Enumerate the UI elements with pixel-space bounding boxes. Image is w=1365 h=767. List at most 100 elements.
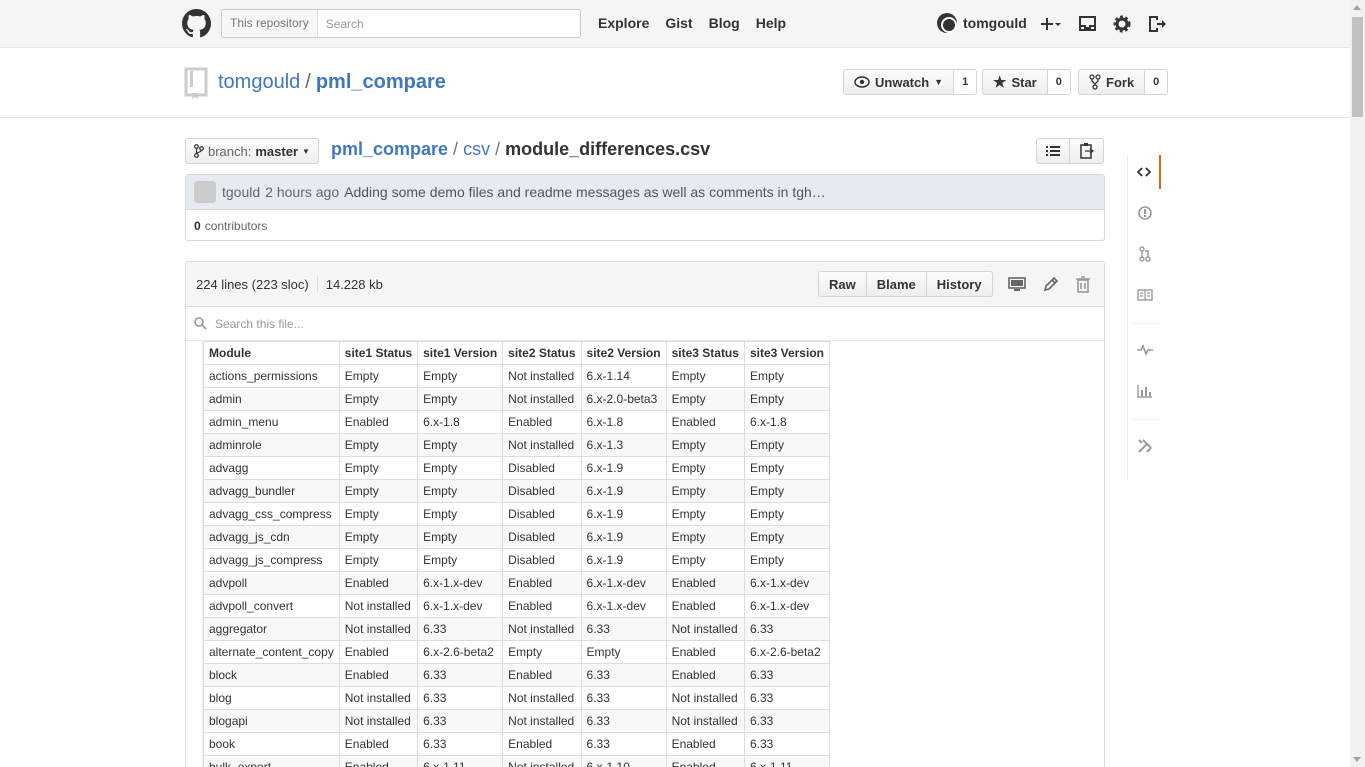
- table-cell: 6.x-1.x-dev: [580, 571, 667, 595]
- file-search: [186, 307, 1104, 341]
- breadcrumb-filename: module_differences.csv: [505, 139, 711, 159]
- table-cell: advagg: [203, 456, 340, 480]
- table-cell: 6.x-2.0-beta3: [580, 387, 667, 411]
- table-row: blog Not installed 6.33 Not installed 6.33 No…: [203, 686, 830, 710]
- desktop-icon[interactable]: [1008, 275, 1026, 293]
- github-logo-icon[interactable]: [182, 9, 211, 38]
- file-search-input[interactable]: [215, 316, 715, 331]
- table-cell: advagg_js_compress: [203, 548, 340, 572]
- copy-path-button[interactable]: [1070, 138, 1104, 164]
- column-header: site2 Version: [580, 341, 667, 365]
- unwatch-button[interactable]: Unwatch ▼: [843, 69, 955, 95]
- column-header: site1 Version: [417, 341, 504, 365]
- breadcrumb-separator: /: [495, 139, 501, 159]
- file-finder-button[interactable]: [1036, 138, 1070, 164]
- star-icon: ★: [993, 74, 1007, 91]
- contributors-label: contributors: [204, 218, 268, 233]
- blame-button[interactable]: Blame: [866, 271, 927, 297]
- table-row: advpoll Enabled 6.x-1.x-dev Enabled 6.x-1.x-…: [203, 571, 830, 595]
- breadcrumb-separator: /: [453, 139, 459, 159]
- scroll-thumb[interactable]: [1352, 17, 1363, 117]
- table-cell: 6.33: [580, 709, 667, 733]
- raw-button[interactable]: Raw: [818, 271, 867, 297]
- table-cell: Enabled: [665, 732, 745, 756]
- commit-message[interactable]: Adding some demo files and readme messag…: [344, 184, 826, 200]
- caret-down-icon: ▼: [302, 146, 310, 156]
- plus-dropdown-icon[interactable]: [1040, 13, 1062, 35]
- sign-out-icon[interactable]: [1145, 13, 1167, 35]
- star-button[interactable]: ★ Star: [982, 69, 1048, 95]
- table-cell: 6.x-1.14: [580, 364, 667, 388]
- table-cell: 6.33: [417, 686, 504, 710]
- breadcrumb-root[interactable]: pml_compare: [331, 139, 448, 159]
- sidebar-item-wiki[interactable]: [1128, 278, 1161, 312]
- trash-icon[interactable]: [1074, 275, 1092, 293]
- table-row: admin Empty Empty Not installed 6.x-2.0-beta…: [203, 387, 830, 411]
- nav-gist[interactable]: Gist: [665, 15, 692, 31]
- table-cell: actions_permissions: [203, 364, 340, 388]
- table-cell: 6.x-1.8: [743, 410, 830, 434]
- table-cell: 6.33: [417, 663, 504, 687]
- author-avatar[interactable]: [194, 181, 216, 203]
- history-button[interactable]: History: [926, 271, 993, 297]
- commit-time: 2 hours ago: [265, 184, 340, 200]
- sidebar-item-code[interactable]: [1128, 155, 1161, 189]
- fork-button[interactable]: Fork: [1078, 69, 1146, 95]
- repo-owner-link[interactable]: tomgould: [218, 71, 300, 93]
- csv-header-row: Module site1 Status site1 Version site2 Sta…: [203, 341, 830, 365]
- table-cell: adminrole: [203, 433, 340, 457]
- fork-label: Fork: [1106, 74, 1135, 90]
- repo-name-link[interactable]: pml_compare: [316, 71, 446, 93]
- table-cell: Empty: [743, 548, 830, 572]
- table-cell: 6.x-2.6-beta2: [417, 640, 504, 664]
- star-group: ★ Star 0: [982, 69, 1071, 95]
- watch-count[interactable]: 1: [954, 69, 978, 95]
- user-menu[interactable]: tomgould: [937, 13, 1027, 33]
- table-cell: Empty: [743, 364, 830, 388]
- list-icon: [1046, 146, 1060, 156]
- graph-icon: [1136, 385, 1152, 398]
- fork-count[interactable]: 0: [1145, 69, 1169, 95]
- table-cell: Empty: [743, 525, 830, 549]
- table-cell: 6.33: [417, 709, 504, 733]
- file-size: 14.228 kb: [325, 277, 383, 292]
- branch-selector[interactable]: branch: master ▼: [185, 138, 319, 164]
- pencil-icon[interactable]: [1042, 275, 1060, 293]
- gear-icon[interactable]: [1111, 13, 1133, 35]
- nav-help[interactable]: Help: [756, 15, 786, 31]
- nav-blog[interactable]: Blog: [709, 15, 740, 31]
- table-cell: Not installed: [502, 364, 582, 388]
- table-cell: advagg_js_cdn: [203, 525, 340, 549]
- table-cell: Enabled: [665, 594, 745, 618]
- site-search[interactable]: This repository: [221, 9, 581, 38]
- sidebar-divider: [1132, 323, 1160, 324]
- table-cell: 6.33: [580, 732, 667, 756]
- page-scrollbar[interactable]: [1350, 0, 1365, 767]
- table-row: advagg_css_compress Empty Empty Disabled 6.x…: [203, 502, 830, 526]
- commit-author[interactable]: tgould: [222, 184, 260, 200]
- sidebar-item-pulse[interactable]: [1128, 333, 1161, 367]
- site-header: This repository Explore Gist Blog Help t…: [0, 0, 1350, 48]
- table-cell: Empty: [417, 433, 504, 457]
- search-input[interactable]: [317, 16, 568, 31]
- table-cell: advagg_bundler: [203, 479, 340, 503]
- sidebar-item-graphs[interactable]: [1128, 374, 1161, 408]
- scroll-up-icon[interactable]: [1353, 5, 1361, 10]
- breadcrumb-csv[interactable]: csv: [463, 139, 490, 159]
- inbox-icon[interactable]: [1077, 13, 1099, 35]
- table-cell: 6.x-1.9: [580, 548, 667, 572]
- table-cell: Enabled: [665, 640, 745, 664]
- table-cell: advpoll_convert: [203, 594, 340, 618]
- table-cell: 6.x-1.9: [580, 456, 667, 480]
- table-cell: Empty: [502, 640, 582, 664]
- table-cell: Enabled: [338, 640, 419, 664]
- scroll-down-icon[interactable]: [1353, 757, 1361, 762]
- table-cell: Enabled: [502, 594, 582, 618]
- sidebar-item-pull-requests[interactable]: [1128, 237, 1161, 271]
- sidebar-item-issues[interactable]: [1128, 196, 1161, 230]
- sidebar-item-settings[interactable]: [1128, 429, 1161, 463]
- sidebar-divider: [1132, 419, 1160, 420]
- nav-explore[interactable]: Explore: [598, 15, 649, 31]
- star-count[interactable]: 0: [1047, 69, 1071, 95]
- column-header: site3 Version: [743, 341, 830, 365]
